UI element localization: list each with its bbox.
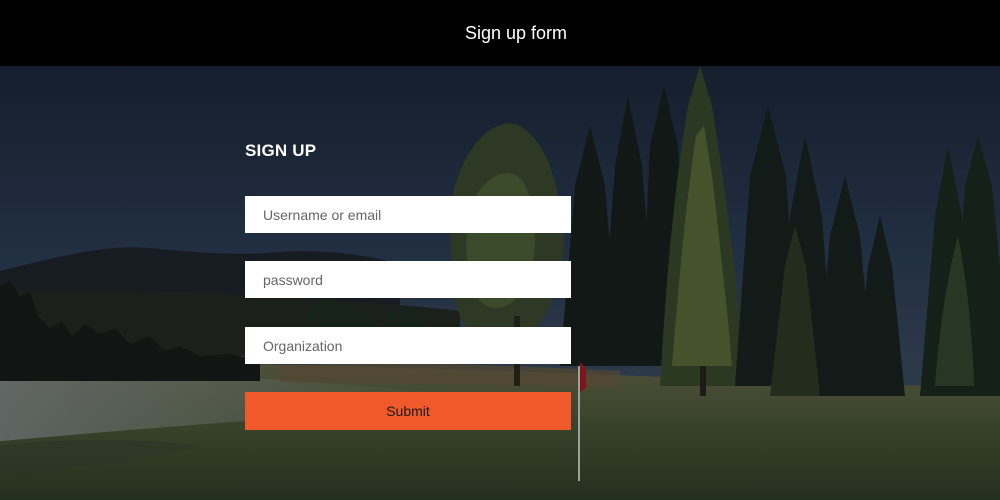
organization-input[interactable] <box>245 327 571 364</box>
username-or-email-input[interactable] <box>245 196 571 233</box>
top-header-bar: Sign up form <box>0 0 1000 66</box>
header-title: Sign up form <box>464 22 568 43</box>
password-input[interactable] <box>245 261 571 298</box>
form-title: SIGN UP <box>245 141 317 160</box>
signup-form: SIGN UP Submit <box>245 140 571 430</box>
submit-button[interactable]: Submit <box>245 392 571 430</box>
signup-page: Sign up form SIGN UP Username or email O… <box>0 0 1000 500</box>
